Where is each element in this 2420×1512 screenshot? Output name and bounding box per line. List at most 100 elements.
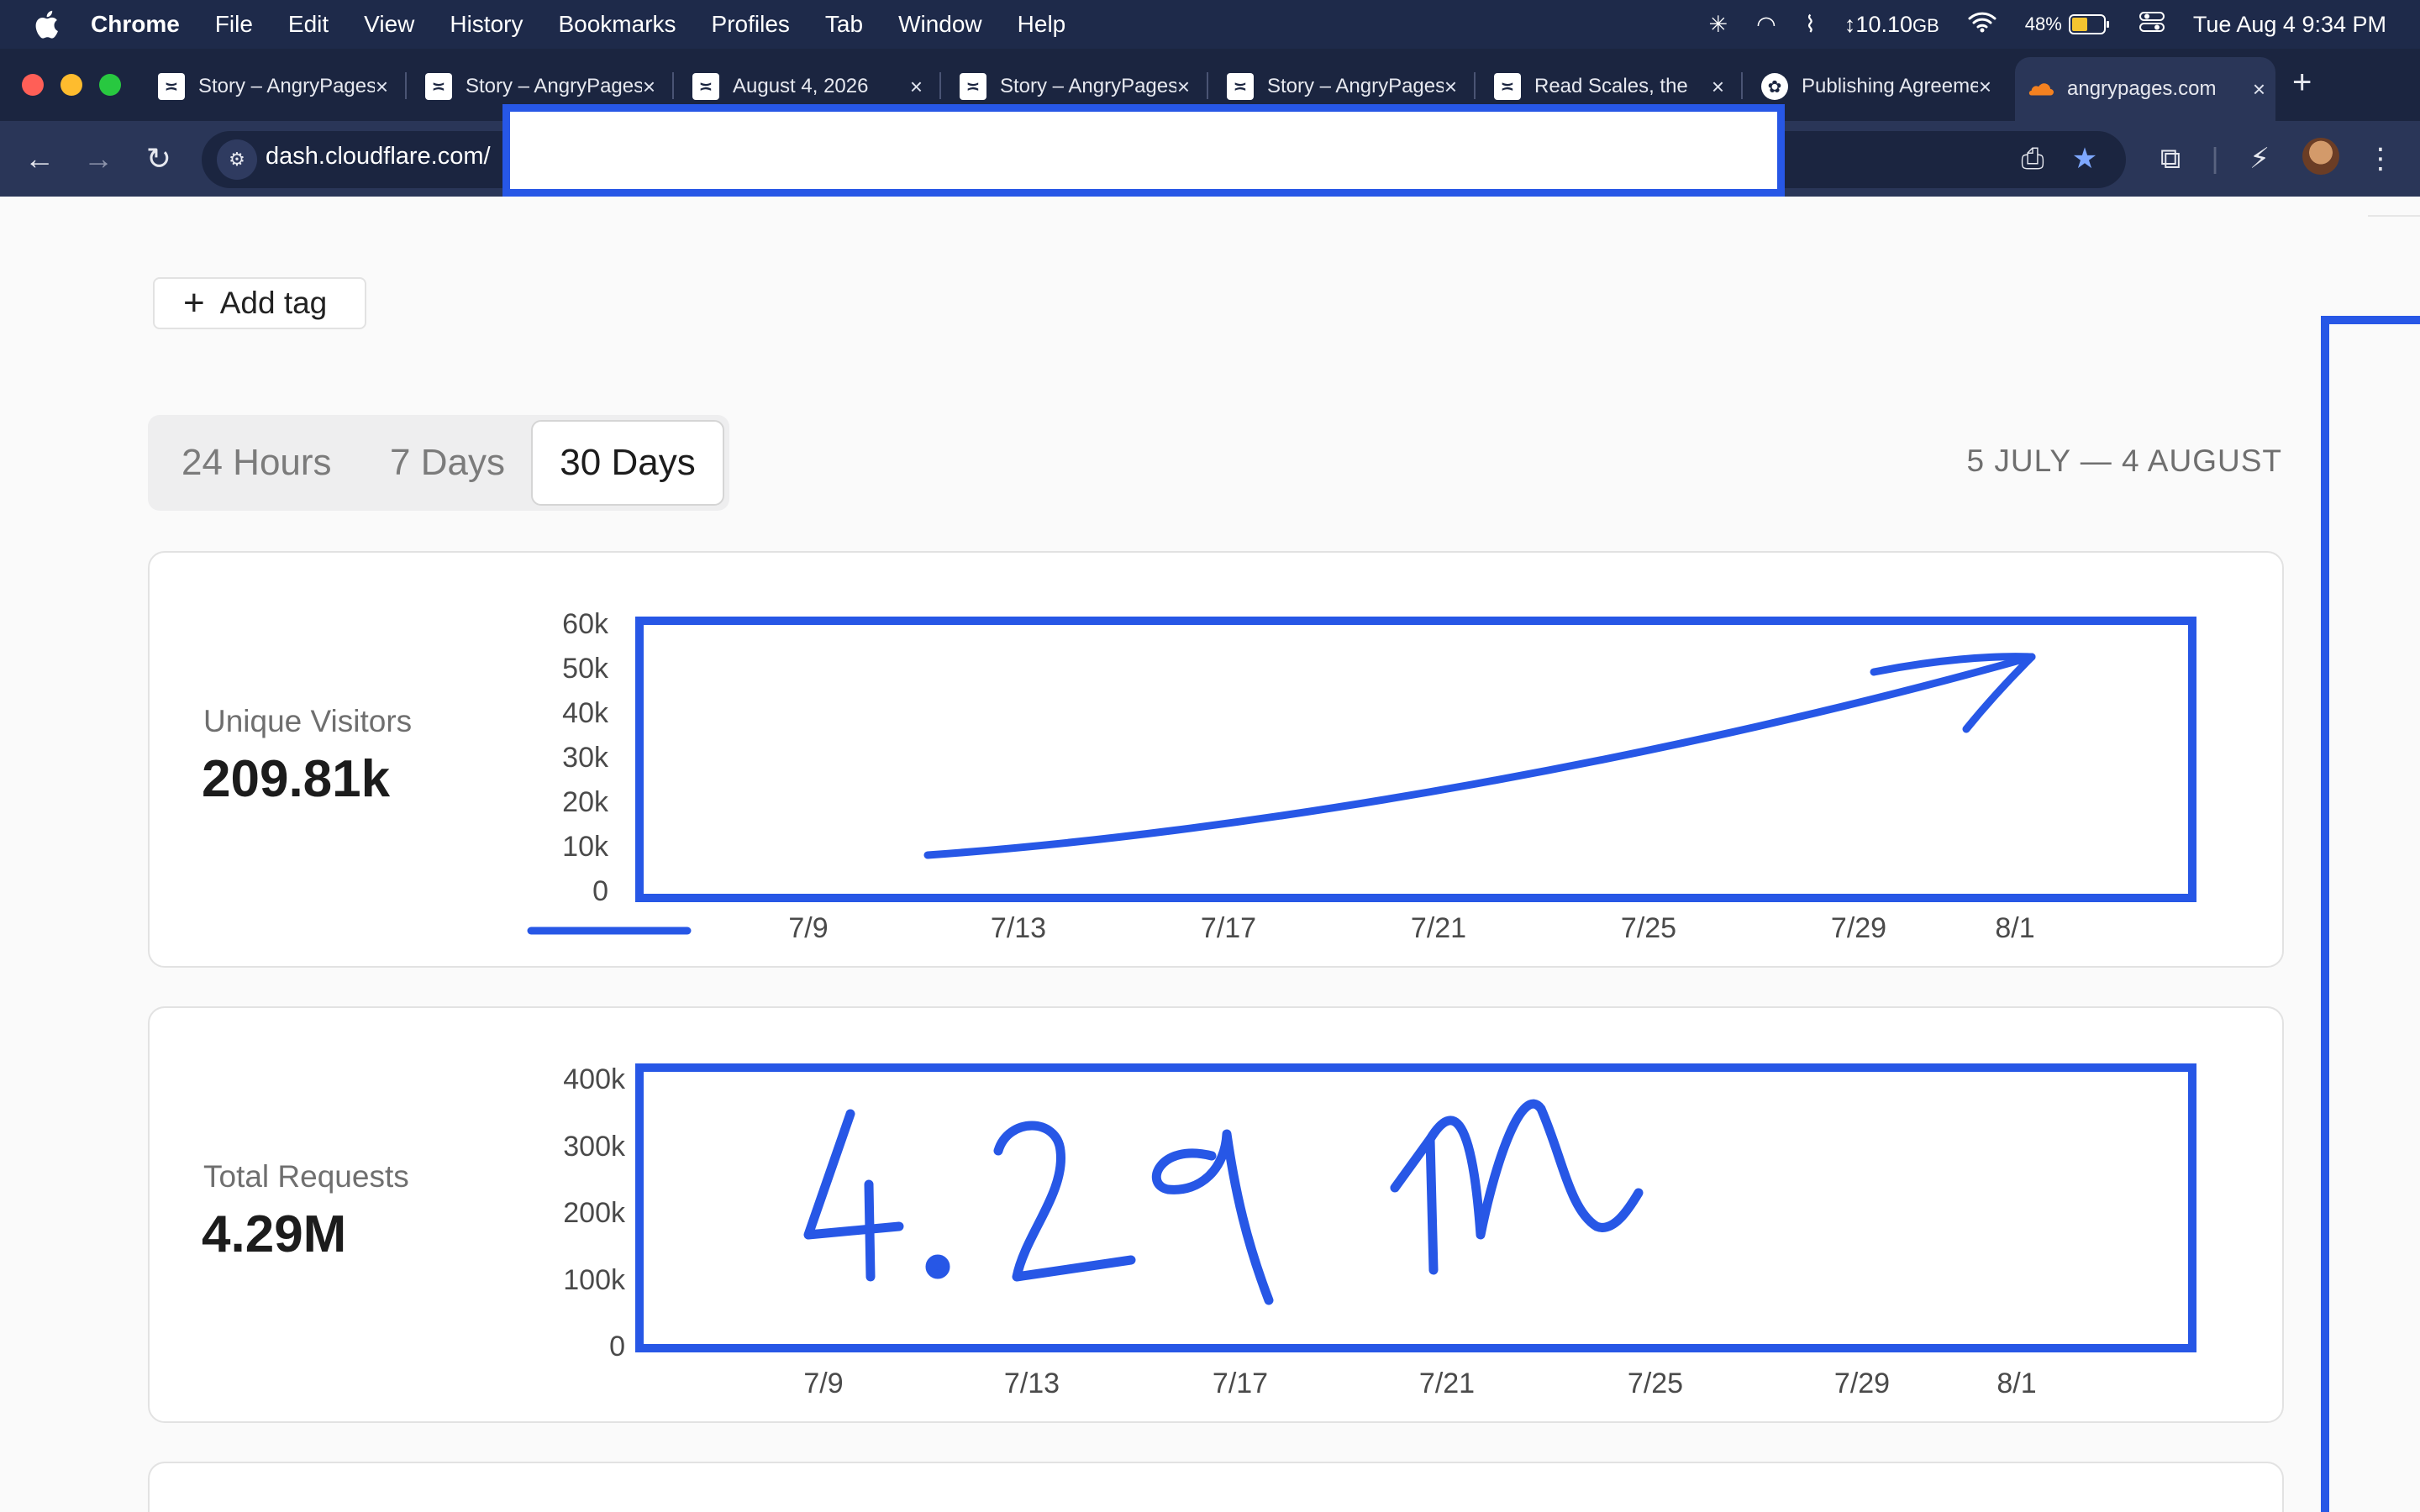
x-tick-label: 7/17	[1200, 912, 1257, 944]
y-tick-label: 0	[609, 1331, 625, 1362]
y-tick-label: 200k	[563, 1197, 625, 1229]
panel-divider	[2368, 215, 2420, 217]
tab-separator	[405, 72, 407, 99]
cloud-arc-icon[interactable]: ◠	[1756, 12, 1776, 38]
battery-icon	[2068, 14, 2109, 34]
tab-separator	[1741, 72, 1743, 99]
wifi-icon[interactable]	[1968, 11, 1996, 39]
date-range-label: 5 JULY — 4 AUGUST	[1966, 444, 2282, 478]
add-tag-label: Add tag	[219, 286, 328, 320]
reload-icon[interactable]: ↻	[139, 139, 178, 178]
paperclip-icon[interactable]: ⌇	[1805, 12, 1816, 38]
x-tick-label: 7/13	[990, 912, 1047, 944]
y-tick-label: 400k	[563, 1063, 625, 1095]
add-tag-button[interactable]: + Add tag	[153, 277, 366, 329]
performance-icon[interactable]: ⚡	[2240, 139, 2279, 178]
menu-bookmarks[interactable]: Bookmarks	[558, 11, 676, 38]
tab-close-icon[interactable]: ×	[910, 74, 923, 100]
tab-title: Story – AngryPages	[466, 75, 642, 97]
cloudflare-icon	[2027, 76, 2054, 102]
sparkle-icon[interactable]: ✳	[1709, 12, 1728, 38]
tab-close-icon[interactable]: ×	[1177, 74, 1190, 100]
y-tick-label: 40k	[562, 697, 608, 729]
y-tick-label: 0	[592, 875, 608, 907]
x-tick-label: 7/21	[1418, 1368, 1476, 1399]
x-tick-label: 7/9	[803, 1368, 844, 1399]
x-tick-label: 7/29	[1833, 1368, 1891, 1399]
tab-publishing-agreement[interactable]: ✿ Publishing Agreement ×	[1749, 57, 2002, 116]
window-close-button[interactable]	[22, 74, 44, 96]
tab-title: August 4, 2026	[733, 75, 869, 97]
tab-close-icon[interactable]: ×	[643, 74, 655, 100]
tab-close-icon[interactable]: ×	[1712, 74, 1724, 100]
angry-face-icon: ≍	[692, 73, 719, 100]
angry-face-icon: ≍	[425, 73, 452, 100]
menu-file[interactable]: File	[215, 11, 253, 38]
angry-face-icon: ≍	[1494, 73, 1521, 100]
x-tick-label: 7/25	[1627, 1368, 1684, 1399]
menu-window[interactable]: Window	[898, 11, 982, 38]
tab-close-icon[interactable]: ×	[1979, 74, 1991, 100]
bookmark-star-icon[interactable]: ★	[2065, 139, 2104, 178]
menu-profiles[interactable]: Profiles	[712, 11, 790, 38]
range-24-hours[interactable]: 24 Hours	[182, 442, 332, 484]
back-arrow-icon[interactable]: ←	[20, 139, 59, 178]
angry-face-icon: ≍	[158, 73, 185, 100]
memory-value: 10.10	[1855, 11, 1912, 37]
install-app-icon[interactable]: ⎙	[2013, 139, 2052, 178]
total-requests-label: Total Requests	[203, 1159, 409, 1194]
menu-help[interactable]: Help	[1018, 11, 1066, 38]
menu-edit[interactable]: Edit	[288, 11, 329, 38]
tab-close-icon[interactable]: ×	[1444, 74, 1457, 100]
control-center-icon[interactable]	[2139, 11, 2165, 39]
menu-app-name[interactable]: Chrome	[91, 11, 180, 38]
menubar-clock[interactable]: Tue Aug 4 9:34 PM	[2193, 12, 2386, 38]
macos-menubar: Chrome File Edit View History Bookmarks …	[0, 0, 2420, 49]
profile-avatar[interactable]	[2302, 138, 2339, 175]
y-tick-label: 30k	[562, 742, 608, 774]
tab-separator	[1207, 72, 1208, 99]
tab-story-1[interactable]: ≍ Story – AngryPages ×	[146, 57, 398, 116]
tab-separator	[1474, 72, 1476, 99]
address-url[interactable]: dash.cloudflare.com/	[266, 143, 491, 171]
toolbar-divider: |	[2211, 142, 2219, 175]
apple-icon[interactable]	[34, 10, 59, 39]
tab-title: Read Scales, the	[1534, 75, 1688, 97]
memory-status[interactable]: ↕10.10GB	[1844, 12, 1939, 38]
window-zoom-button[interactable]	[99, 74, 121, 96]
total-requests-value: 4.29M	[202, 1205, 347, 1263]
x-tick-label: 8/1	[1995, 912, 2035, 944]
next-metric-card	[148, 1462, 2284, 1512]
tab-title: Story – AngryPages	[1000, 75, 1176, 97]
unique-visitors-label: Unique Visitors	[203, 704, 413, 738]
plus-icon: +	[183, 282, 205, 323]
kebab-menu-icon[interactable]: ⋮	[2366, 139, 2395, 178]
y-tick-label: 10k	[562, 831, 608, 863]
extensions-puzzle-icon[interactable]: ⧉	[2151, 139, 2190, 178]
tab-angrypages-active[interactable]: angrypages.com ×	[2015, 57, 2275, 121]
new-tab-button[interactable]: +	[2292, 64, 2312, 102]
memory-unit: GB	[1912, 14, 1939, 36]
x-tick-label: 7/17	[1212, 1368, 1269, 1399]
menu-history[interactable]: History	[450, 11, 523, 38]
site-settings-icon[interactable]: ⚙	[217, 139, 257, 180]
y-tick-label: 50k	[562, 653, 608, 685]
menu-tab[interactable]: Tab	[825, 11, 863, 38]
y-tick-label: 100k	[563, 1263, 625, 1296]
range-7-days[interactable]: 7 Days	[390, 442, 505, 484]
window-minimize-button[interactable]	[60, 74, 82, 96]
battery-status[interactable]: 48%	[2025, 13, 2111, 35]
x-tick-label: 7/21	[1410, 912, 1467, 944]
forward-arrow-icon[interactable]: →	[79, 139, 118, 178]
tab-title: angrypages.com	[2067, 77, 2217, 100]
tab-separator	[672, 72, 674, 99]
x-tick-label: 7/9	[788, 912, 829, 944]
y-tick-label: 300k	[563, 1130, 625, 1163]
tab-close-icon[interactable]: ×	[2253, 76, 2265, 102]
tab-separator	[939, 72, 941, 99]
tab-close-icon[interactable]: ×	[376, 74, 388, 100]
range-30-days[interactable]: 30 Days	[531, 420, 724, 506]
menu-view[interactable]: View	[364, 11, 414, 38]
x-tick-label: 7/25	[1620, 912, 1677, 944]
menubar-status-area: ✳ ◠ ⌇ ↕10.10GB 48% Tue Aug 4 9:34 PM	[1709, 0, 2386, 49]
